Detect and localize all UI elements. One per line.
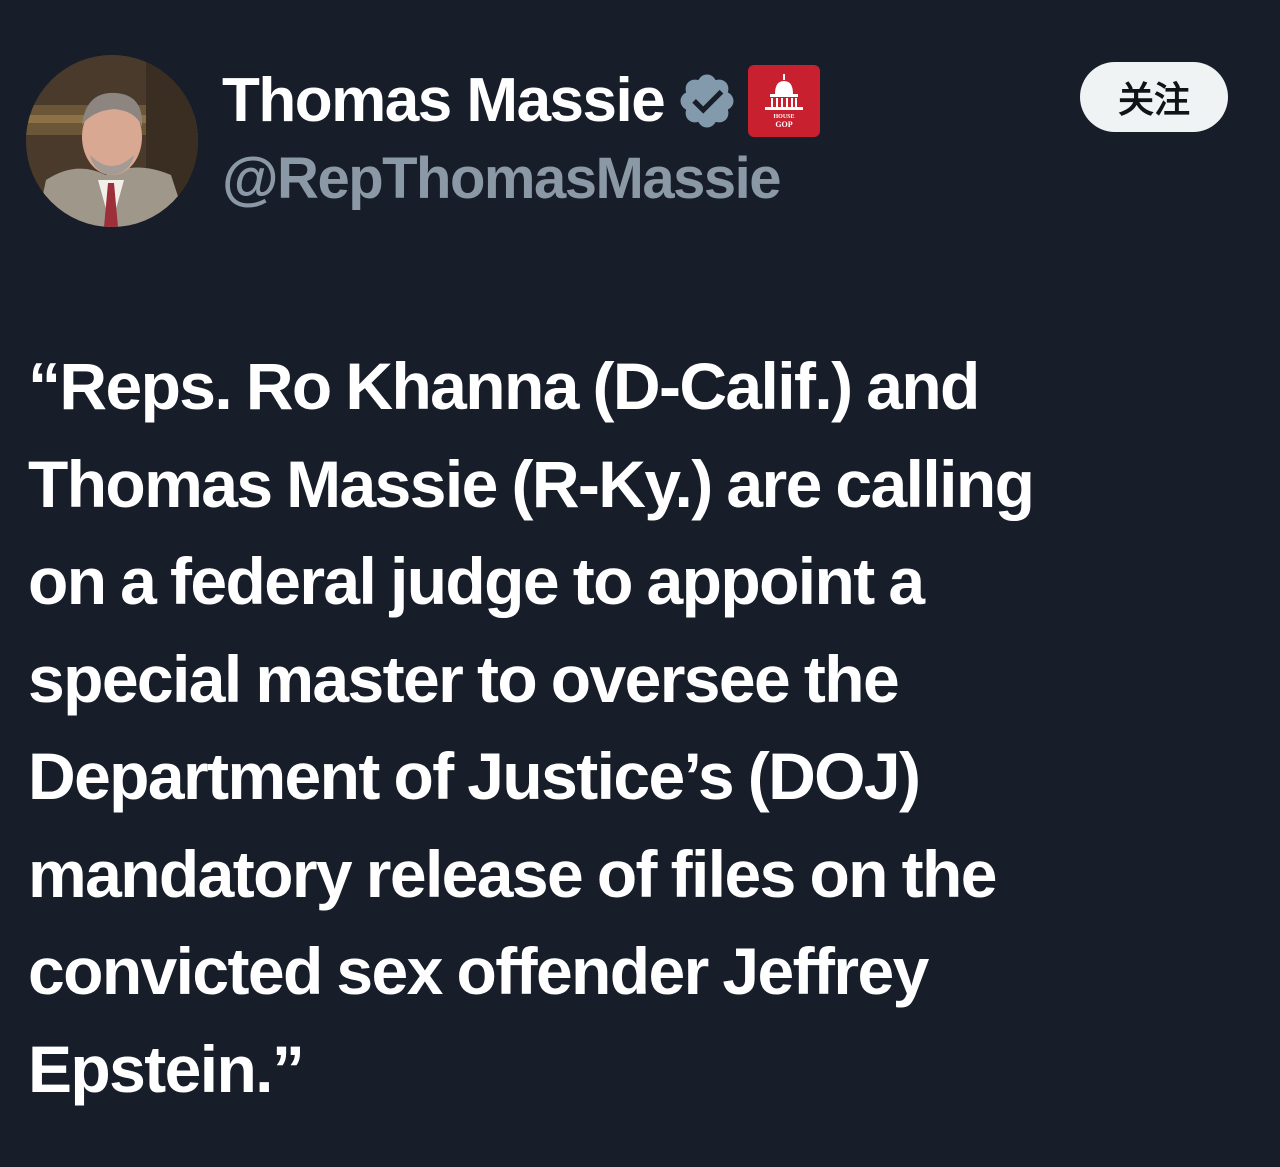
tweet-text-line: Thomas Massie (R-Ky.) are calling <box>28 446 1035 521</box>
tweet-text: “Reps. Ro Khanna (D-Calif.) and Thomas M… <box>28 338 1253 1118</box>
tweet-text-line: on a federal judge to appoint a <box>28 544 925 618</box>
tweet-text-line: Department of Justice’s (DOJ) <box>28 739 921 813</box>
svg-text:GOP: GOP <box>776 120 793 129</box>
tweet-text-line: Epstein.” <box>28 1031 305 1106</box>
user-handle[interactable]: @RepThomasMassie <box>222 150 781 208</box>
verified-badge-icon[interactable] <box>676 70 738 132</box>
follow-button[interactable]: 关注 <box>1080 62 1228 132</box>
tweet-text-line: “Reps. Ro Khanna (D-Calif.) and <box>28 349 980 423</box>
tweet-text-line: special master to oversee the <box>28 641 900 716</box>
name-row: Thomas Massie HOUSE GOP <box>222 62 821 140</box>
tweet-header: Thomas Massie HOUSE GOP @RepThomasMassie… <box>0 0 1280 240</box>
house-gop-badge-icon[interactable]: HOUSE GOP <box>748 65 821 137</box>
display-name[interactable]: Thomas Massie <box>222 70 666 132</box>
avatar[interactable] <box>26 55 198 227</box>
avatar-photo <box>26 55 198 227</box>
tweet-text-line: convicted sex offender Jeffrey <box>28 934 929 1008</box>
tweet-text-line: mandatory release of files on the <box>28 836 997 911</box>
